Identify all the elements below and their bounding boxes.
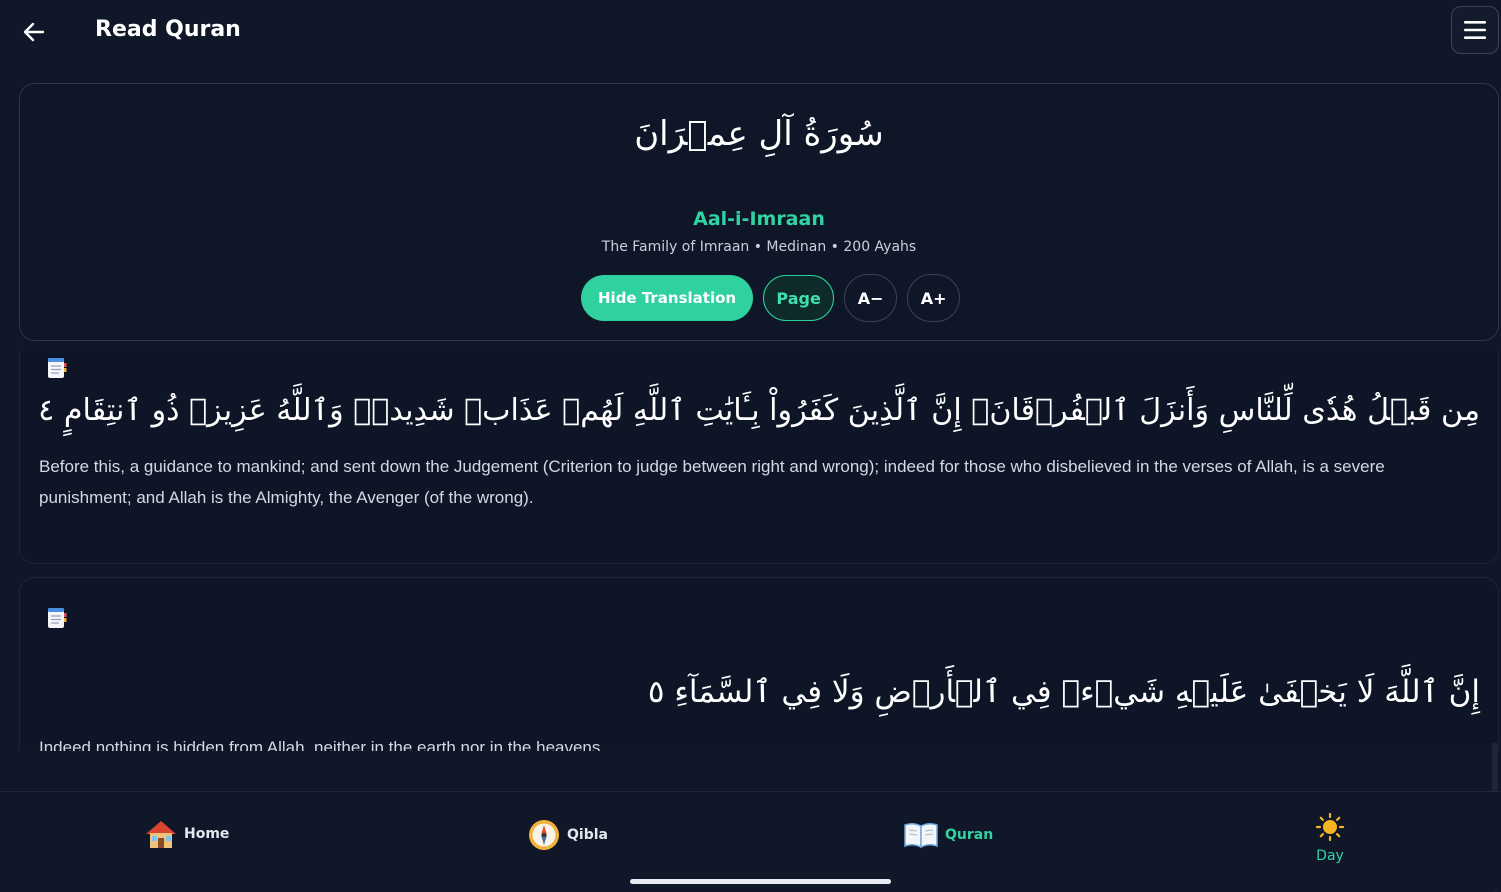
back-button[interactable] xyxy=(16,14,52,50)
nav-item-qibla[interactable]: Qibla xyxy=(527,818,608,852)
house-icon xyxy=(146,821,176,848)
ayah-arabic-text: مِن قَبۡلُ هُدٗى لِّلنَّاسِ وَأَنزَلَ ٱل… xyxy=(38,393,1480,428)
nav-item-home[interactable]: Home xyxy=(144,818,229,850)
open-book-icon xyxy=(904,822,938,849)
surah-header-card: سُورَةُ آلِ عِمۡرَانَ Aal-i-Imraan The F… xyxy=(19,83,1499,341)
bottom-navigation: Home Qibla Quran Day xyxy=(0,791,1501,891)
reader-controls: Hide Translation Page A− A+ xyxy=(581,274,961,322)
bookmark-notepad-icon[interactable] xyxy=(44,605,68,631)
surah-meta: The Family of Imraan • Medinan • 200 Aya… xyxy=(601,239,917,255)
top-app-bar: Read Quran xyxy=(0,0,1501,66)
nav-label-day: Day xyxy=(1316,848,1344,864)
ayah-card: إِنَّ ٱللَّهَ لَا يَخۡفَىٰ عَلَيۡهِ شَيۡ… xyxy=(19,577,1499,751)
ayah-translation: Before this, a guidance to mankind; and … xyxy=(39,457,1385,507)
day-mode-toggle[interactable]: Day xyxy=(1300,812,1360,864)
arrow-left-icon xyxy=(23,22,45,42)
surah-english-name: Aal-i-Imraan xyxy=(693,208,825,230)
hide-translation-button[interactable]: Hide Translation xyxy=(581,275,754,321)
nav-item-quran[interactable]: Quran xyxy=(903,820,993,850)
nav-label-qibla: Qibla xyxy=(567,827,608,843)
surah-arabic-name: سُورَةُ آلِ عِمۡرَانَ xyxy=(634,114,884,154)
bookmark-notepad-icon[interactable] xyxy=(44,355,68,381)
ayah-translation: Indeed nothing is hidden from Allah, nei… xyxy=(39,738,606,751)
page-mode-button[interactable]: Page xyxy=(763,275,835,321)
menu-button[interactable] xyxy=(1451,6,1499,54)
ayah-list[interactable]: مِن قَبۡلُ هُدٗى لِّلنَّاسِ وَأَنزَلَ ٱل… xyxy=(0,350,1501,751)
compass-icon xyxy=(529,820,559,850)
nav-label-home: Home xyxy=(184,826,230,842)
font-decrease-button[interactable]: A− xyxy=(844,274,898,322)
ayah-card: مِن قَبۡلُ هُدٗى لِّلنَّاسِ وَأَنزَلَ ٱل… xyxy=(19,350,1499,564)
ayah-arabic-text: إِنَّ ٱللَّهَ لَا يَخۡفَىٰ عَلَيۡهِ شَيۡ… xyxy=(647,674,1480,710)
sun-icon xyxy=(1315,812,1345,842)
font-increase-button[interactable]: A+ xyxy=(907,274,961,322)
page-title: Read Quran xyxy=(95,17,241,42)
nav-label-quran: Quran xyxy=(945,827,994,843)
home-indicator xyxy=(630,879,891,884)
hamburger-menu-icon xyxy=(1464,21,1486,39)
